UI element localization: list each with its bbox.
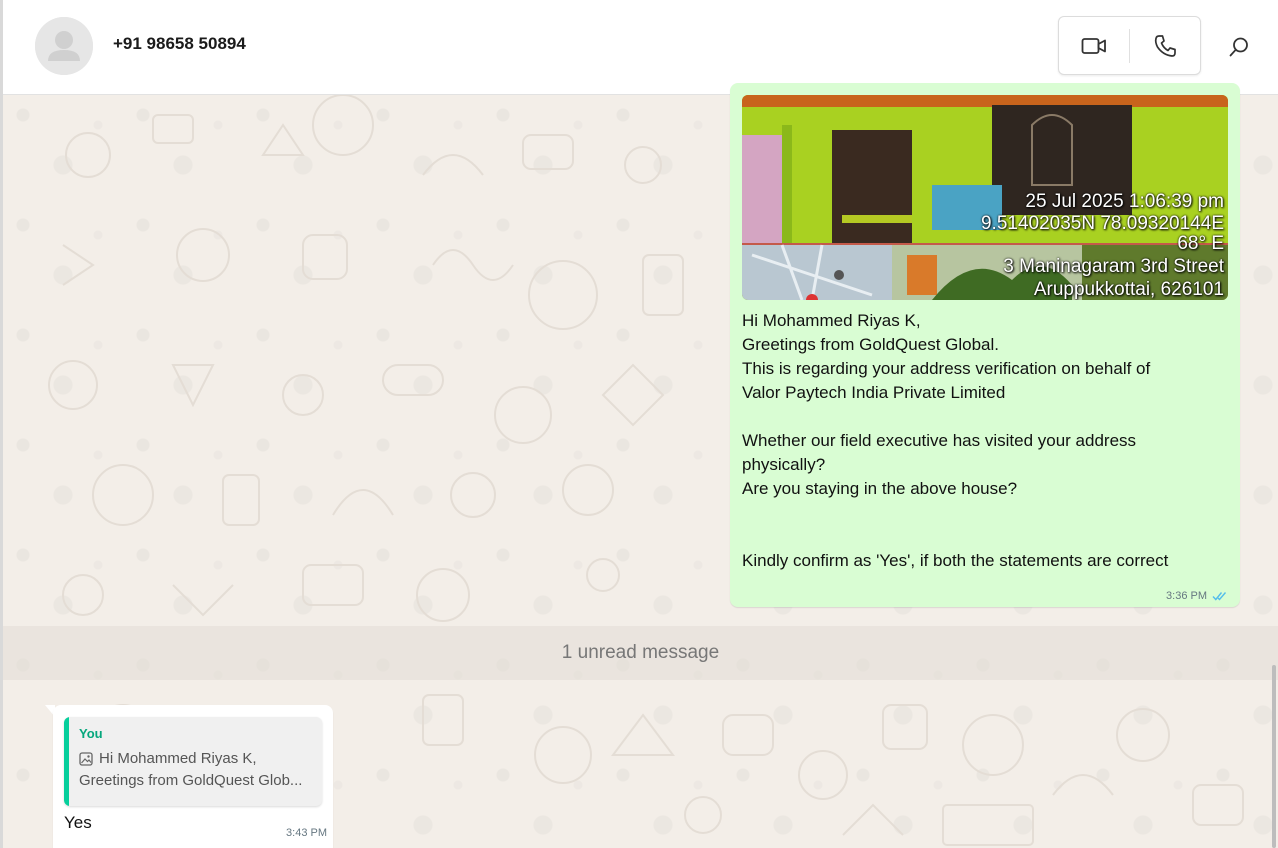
outgoing-message-bubble[interactable]: 25 Jul 2025 1:06:39 pm 9.51402035N 78.09… [730,83,1240,607]
chat-area[interactable]: 25 Jul 2025 1:06:39 pm 9.51402035N 78.09… [3,83,1278,848]
incoming-message-bubble[interactable]: You Hi Mohammed Riyas K, Greetings from … [53,705,333,848]
photo-stamp-street: 3 Maninagaram 3rd Street [1003,256,1224,277]
voice-call-button[interactable] [1130,17,1200,74]
incoming-message-text: Yes [64,813,92,832]
quoted-message[interactable]: You Hi Mohammed Riyas K, Greetings from … [64,717,322,806]
video-camera-icon [1081,37,1106,54]
photo-stamp-city: Aruppukkottai, 626101 [1033,279,1224,300]
search-icon [1229,37,1248,57]
search-button[interactable] [1225,33,1253,61]
quote-accent-bar [64,717,69,806]
chat-scrollbar[interactable] [1272,665,1276,848]
photo-stamp-coordinates: 9.51402035N 78.09320144E [980,213,1224,234]
chat-header: +91 98658 50894 [3,0,1278,95]
photo-stamp-datetime: 25 Jul 2025 1:06:39 pm [1025,191,1224,212]
double-check-read-icon [1212,592,1227,601]
outgoing-message-text: Hi Mohammed Riyas K, Greetings from Gold… [742,311,1169,570]
outgoing-message-meta: 3:36 PM [1166,590,1228,602]
person-silhouette-icon [35,17,93,75]
verification-photo[interactable]: 25 Jul 2025 1:06:39 pm 9.51402035N 78.09… [742,95,1228,300]
unread-messages-divider: 1 unread message [3,626,1278,680]
contact-name[interactable]: +91 98658 50894 [113,34,246,54]
phone-icon [1154,34,1176,57]
video-call-button[interactable] [1059,17,1129,74]
quote-preview-line2: Greetings from GoldQuest Glob... [79,772,303,789]
contact-avatar[interactable] [35,17,93,75]
outgoing-message-time: 3:36 PM [1166,590,1207,602]
quote-author: You [79,726,103,741]
photo-stamp-heading: 68° E [1177,233,1224,254]
incoming-message-time: 3:43 PM [286,827,327,839]
unread-count-label: 1 unread message [561,642,720,663]
call-buttons-group [1058,16,1201,75]
quote-preview-text1: Hi Mohammed Riyas K, [99,750,257,767]
image-icon [79,751,93,766]
quote-preview-line1: Hi Mohammed Riyas K, [79,750,257,767]
